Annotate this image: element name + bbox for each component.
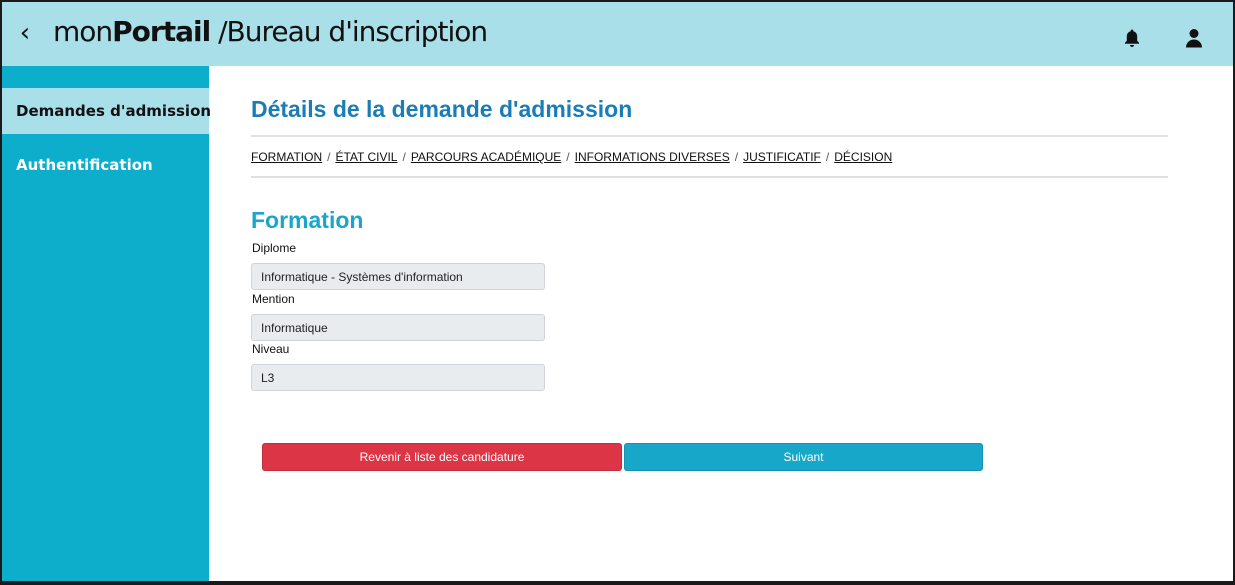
brand-prefix: mon [53,15,113,48]
breadcrumb-separator: / [825,150,830,164]
breadcrumb-separator: / [734,150,739,164]
main-content: Détails de la demande d'admission FORMAT… [209,66,1233,581]
brand-bold: Portail [112,15,211,48]
breadcrumb-separator: / [402,150,406,164]
brand-suffix: /Bureau d'inscription [210,15,488,48]
diplome-field[interactable] [251,263,545,290]
chevron-left-icon[interactable]: ‹ [14,20,36,48]
sidebar-item-demandes-admission[interactable]: Demandes d'admission [2,88,212,134]
user-icon[interactable] [1185,28,1203,48]
top-bar: ‹ monPortail /Bureau d'inscription [2,2,1233,66]
sidebar: Demandes d'admission Authentification [2,66,212,581]
breadcrumb-informations-diverses[interactable]: INFORMATIONS DIVERSES [575,150,730,164]
sidebar-item-label: Authentification [16,156,153,174]
mention-field[interactable] [251,314,545,341]
breadcrumb-decision[interactable]: DÉCISION [834,150,892,164]
mention-label: Mention [252,292,295,306]
page-title: Détails de la demande d'admission [251,96,633,122]
breadcrumb-parcours-academique[interactable]: PARCOURS ACADÉMIQUE [411,150,561,164]
breadcrumb-separator: / [566,150,570,164]
back-to-list-button[interactable]: Revenir à liste des candidature [262,443,622,471]
breadcrumb-etat-civil[interactable]: ÉTAT CIVIL [335,150,397,164]
breadcrumb: FORMATION / ÉTAT CIVIL / PARCOURS ACADÉMIQUE… [251,150,892,164]
divider [251,176,1168,178]
niveau-field[interactable] [251,364,545,391]
breadcrumb-separator: / [327,150,331,164]
breadcrumb-formation[interactable]: FORMATION [251,150,322,164]
diplome-label: Diplome [252,241,297,255]
section-title: Formation [251,207,364,233]
app-title: monPortail /Bureau d'inscription [53,15,488,48]
niveau-label: Niveau [252,342,290,356]
next-button[interactable]: Suivant [624,443,983,471]
divider [251,135,1168,137]
sidebar-item-label: Demandes d'admission [16,102,212,120]
sidebar-item-authentification[interactable]: Authentification [2,142,209,188]
bell-icon[interactable] [1123,28,1141,48]
breadcrumb-justificatif[interactable]: JUSTIFICATIF [743,150,821,164]
app-window: ‹ monPortail /Bureau d'inscription Deman… [0,0,1235,585]
